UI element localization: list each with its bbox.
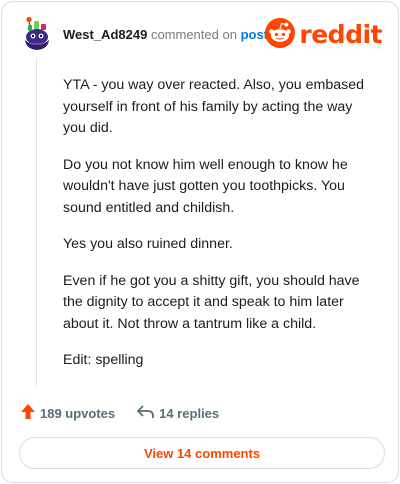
comment-paragraph: YTA - you way over reacted. Also, you em…: [63, 77, 364, 136]
comment-footer: 189 upvotes 14 replies: [21, 404, 219, 422]
upvote-arrow-icon: [21, 404, 40, 422]
reddit-snoo-icon: [265, 17, 296, 53]
upvote-count: 189 upvotes: [40, 405, 116, 421]
comment-body: YTA - you way over reacted. Also, you em…: [63, 75, 373, 387]
comment-paragraph: Edit: spelling: [63, 352, 144, 368]
commented-on-text: commented on: [150, 27, 237, 42]
replies-button[interactable]: 14 replies: [137, 404, 220, 422]
author-name[interactable]: West_Ad8249: [63, 27, 147, 42]
comment-header: West_Ad8249 commented on post reddit: [20, 14, 382, 54]
comment-paragraph: Do you not know him well enough to know …: [63, 156, 348, 216]
post-link[interactable]: post: [241, 27, 268, 42]
reddit-wordmark: reddit: [299, 20, 382, 49]
comment-paragraph: Yes you also ruined dinner.: [63, 236, 233, 252]
upvote-button[interactable]: 189 upvotes: [21, 404, 115, 422]
reddit-logo[interactable]: reddit: [265, 17, 382, 53]
thread-line: [36, 58, 37, 386]
reply-count: 14 replies: [159, 405, 220, 421]
view-comments-button[interactable]: View 14 comments: [19, 437, 385, 469]
avatar[interactable]: [20, 16, 54, 52]
comment-card: West_Ad8249 commented on post reddit YTA…: [1, 1, 399, 483]
reply-arrow-icon: [137, 404, 159, 422]
author-line: West_Ad8249 commented on post: [63, 27, 268, 43]
comment-paragraph: Even if he got you a shitty gift, you sh…: [63, 272, 360, 332]
